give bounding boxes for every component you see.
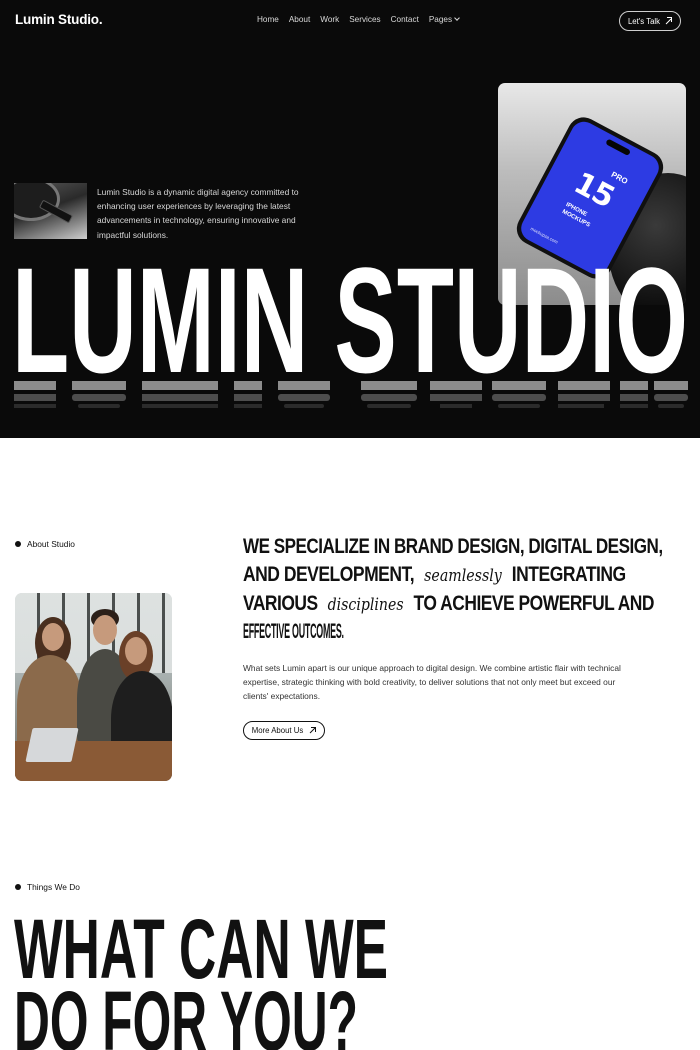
headline-line-4: EFFECTIVE OUTCOMES. <box>243 620 430 648</box>
team-photo <box>15 593 172 781</box>
nav-item-home[interactable]: Home <box>257 15 279 24</box>
more-about-us-button[interactable]: More About Us <box>243 721 325 740</box>
headline-line-3-text-b: TO ACHIEVE POWERFUL AND <box>413 591 655 615</box>
lets-talk-label: Let's Talk <box>627 16 661 26</box>
hero-big-title-text: LUMIN STUDIO <box>12 258 688 378</box>
chevron-down-icon <box>454 15 460 21</box>
headline-line-2-text-a: AND DEVELOPMENT, <box>243 563 415 587</box>
about-label-text: About Studio <box>27 539 75 549</box>
hero-title-reflection <box>12 381 692 411</box>
nav-item-contact[interactable]: Contact <box>391 15 419 24</box>
headline-line-3: VARIOUS disciplines TO ACHIEVE POWERFUL … <box>243 591 654 620</box>
nav-item-pages-label: Pages <box>428 15 453 24</box>
hero-thumbnail-image <box>14 183 87 239</box>
hero-big-title: LUMIN STUDIO <box>12 236 692 404</box>
hero-description: Lumin Studio is a dynamic digital agency… <box>97 187 299 240</box>
arrow-up-right-icon <box>664 17 673 25</box>
bullet-dot-icon <box>15 884 21 890</box>
headline-line-4-text: EFFECTIVE OUTCOMES. <box>243 619 344 643</box>
bullet-dot-icon <box>15 541 21 547</box>
about-headline: WE SPECIALIZE IN BRAND DESIGN, DIGITAL D… <box>243 535 683 648</box>
headline-line-3-text-a: VARIOUS <box>243 591 318 615</box>
hero-section: Lumin Studio. Home About Work Services C… <box>0 0 700 438</box>
headline-line-2: AND DEVELOPMENT, seamlessly INTEGRATING <box>243 563 626 591</box>
site-logo[interactable]: Lumin Studio. <box>15 12 103 27</box>
services-section-label: Things We Do <box>15 882 80 892</box>
headline-italic-seamlessly: seamlessly <box>424 566 502 587</box>
services-label-text: Things We Do <box>27 882 80 892</box>
headline-italic-disciplines: disciplines <box>327 594 404 615</box>
main-nav: Home About Work Services Contact Pages <box>257 15 469 24</box>
about-section-label: About Studio <box>15 539 75 549</box>
headline-line-1: WE SPECIALIZE IN BRAND DESIGN, DIGITAL D… <box>243 535 663 563</box>
mockup-url: mockupza.com <box>529 226 559 245</box>
services-title: WHAT CAN WE DO FOR YOU? <box>14 902 434 1050</box>
nav-item-pages[interactable]: Pages <box>428 15 460 24</box>
services-title-line-2: DO FOR YOU? <box>14 974 358 1050</box>
more-about-us-label: More About Us <box>251 726 304 735</box>
nav-item-services[interactable]: Services <box>349 15 380 24</box>
lets-talk-button[interactable]: Let's Talk <box>619 11 681 31</box>
arrow-up-right-icon <box>308 726 317 735</box>
about-body-text: What sets Lumin apart is our unique appr… <box>243 663 621 701</box>
headline-line-1-text: WE SPECIALIZE IN BRAND DESIGN, DIGITAL D… <box>243 535 663 558</box>
headline-line-2-text-b: INTEGRATING <box>511 563 626 587</box>
nav-item-about[interactable]: About <box>289 15 310 24</box>
laptop-graphic <box>25 728 79 762</box>
nav-item-work[interactable]: Work <box>320 15 339 24</box>
